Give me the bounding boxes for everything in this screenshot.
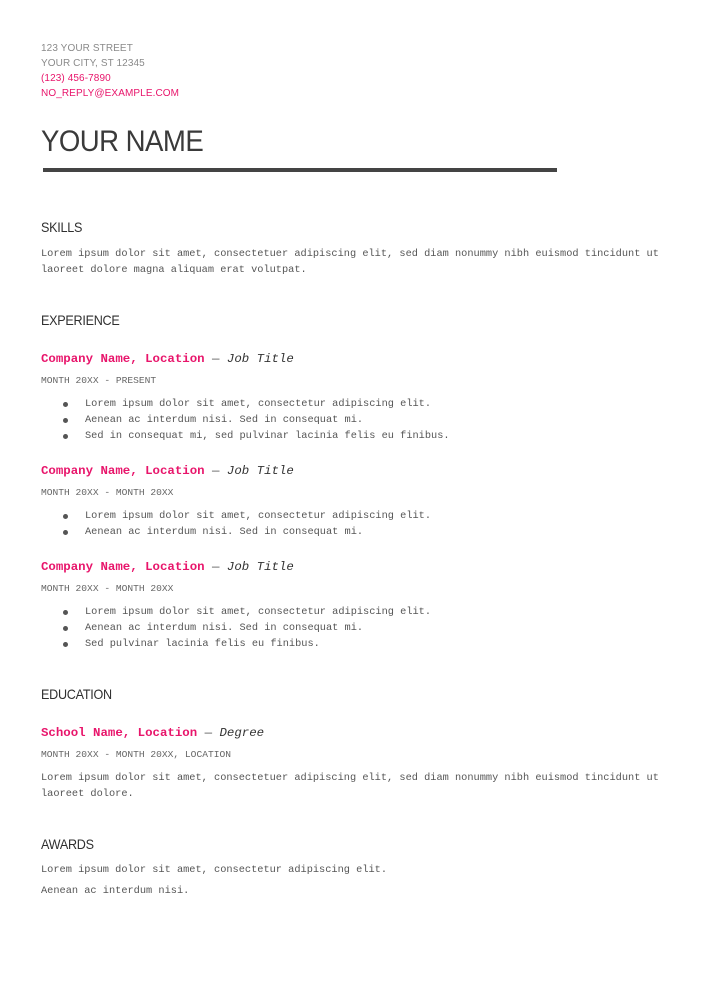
list-item: Sed in consequat mi, sed pulvinar lacini… xyxy=(41,428,450,444)
job-3-bullets: Lorem ipsum dolor sit amet, consectetur … xyxy=(41,604,431,652)
job-3-dates: MONTH 20XX - MONTH 20XX xyxy=(41,583,174,594)
job-2-title: Job Title xyxy=(226,464,294,478)
page-title: YOUR NAME xyxy=(41,125,204,158)
bullet-text: Sed pulvinar lacinia felis eu finibus. xyxy=(85,638,320,650)
list-item: Lorem ipsum dolor sit amet, consectetur … xyxy=(41,396,450,412)
experience-heading: EXPERIENCE xyxy=(41,312,120,328)
job-3-separator: — xyxy=(204,560,227,574)
bullet-icon xyxy=(63,434,68,439)
school-name: School Name, Location xyxy=(41,726,198,740)
bullet-text: Aenean ac interdum nisi. Sed in consequa… xyxy=(85,622,364,634)
bullet-icon xyxy=(63,418,68,423)
bullet-icon xyxy=(63,530,68,535)
job-2-bullets: Lorem ipsum dolor sit amet, consectetur … xyxy=(41,508,431,540)
title-divider xyxy=(43,168,557,172)
job-1-bullets: Lorem ipsum dolor sit amet, consectetur … xyxy=(41,396,450,444)
education-heading: EDUCATION xyxy=(41,686,112,702)
contact-block: 123 YOUR STREET YOUR CITY, ST 12345 (123… xyxy=(41,41,179,101)
bullet-text: Lorem ipsum dolor sit amet, consectetur … xyxy=(85,398,432,410)
education-text: Lorem ipsum dolor sit amet, consectetuer… xyxy=(41,772,659,800)
job-3-title: Job Title xyxy=(226,560,294,574)
list-item: Sed pulvinar lacinia felis eu finibus. xyxy=(41,636,431,652)
bullet-icon xyxy=(63,402,68,407)
skills-heading: SKILLS xyxy=(41,219,83,235)
award-item: Lorem ipsum dolor sit amet, consectetur … xyxy=(41,864,388,876)
bullet-text: Lorem ipsum dolor sit amet, consectetur … xyxy=(85,606,432,618)
job-2-header: Company Name, Location — Job Title xyxy=(41,463,294,479)
job-1-title: Job Title xyxy=(226,352,294,366)
job-2-company: Company Name, Location xyxy=(41,464,205,478)
award-item: Aenean ac interdum nisi. xyxy=(41,885,190,897)
list-item: Lorem ipsum dolor sit amet, consectetur … xyxy=(41,604,431,620)
awards-heading: AWARDS xyxy=(41,836,94,852)
job-1-header: Company Name, Location — Job Title xyxy=(41,351,294,367)
bullet-icon xyxy=(63,610,68,615)
bullet-icon xyxy=(63,626,68,631)
job-2-separator: — xyxy=(204,464,227,478)
skills-text: Lorem ipsum dolor sit amet, consectetuer… xyxy=(41,248,659,276)
list-item: Lorem ipsum dolor sit amet, consectetur … xyxy=(41,508,431,524)
degree: Degree xyxy=(219,726,265,740)
job-3-header: Company Name, Location — Job Title xyxy=(41,559,294,575)
bullet-text: Aenean ac interdum nisi. Sed in consequa… xyxy=(85,414,364,426)
job-2-dates: MONTH 20XX - MONTH 20XX xyxy=(41,487,174,498)
education-separator: — xyxy=(197,726,220,740)
bullet-text: Aenean ac interdum nisi. Sed in consequa… xyxy=(85,526,364,538)
contact-phone: (123) 456-7890 xyxy=(41,73,111,84)
job-1-separator: — xyxy=(204,352,227,366)
job-1-dates: MONTH 20XX - PRESENT xyxy=(41,375,157,386)
list-item: Aenean ac interdum nisi. Sed in consequa… xyxy=(41,412,450,428)
education-dates: MONTH 20XX - MONTH 20XX, LOCATION xyxy=(41,749,231,760)
bullet-icon xyxy=(63,514,68,519)
bullet-text: Lorem ipsum dolor sit amet, consectetur … xyxy=(85,510,432,522)
list-item: Aenean ac interdum nisi. Sed in consequa… xyxy=(41,620,431,636)
list-item: Aenean ac interdum nisi. Sed in consequa… xyxy=(41,524,431,540)
contact-city: YOUR CITY, ST 12345 xyxy=(41,58,145,69)
job-3-company: Company Name, Location xyxy=(41,560,205,574)
bullet-text: Sed in consequat mi, sed pulvinar lacini… xyxy=(85,430,450,442)
contact-email: NO_REPLY@EXAMPLE.COM xyxy=(41,88,180,99)
bullet-icon xyxy=(63,642,68,647)
job-1-company: Company Name, Location xyxy=(41,352,205,366)
education-header: School Name, Location — Degree xyxy=(41,725,264,741)
contact-street: 123 YOUR STREET xyxy=(41,43,133,54)
resume-page: 123 YOUR STREET YOUR CITY, ST 12345 (123… xyxy=(0,0,707,1000)
